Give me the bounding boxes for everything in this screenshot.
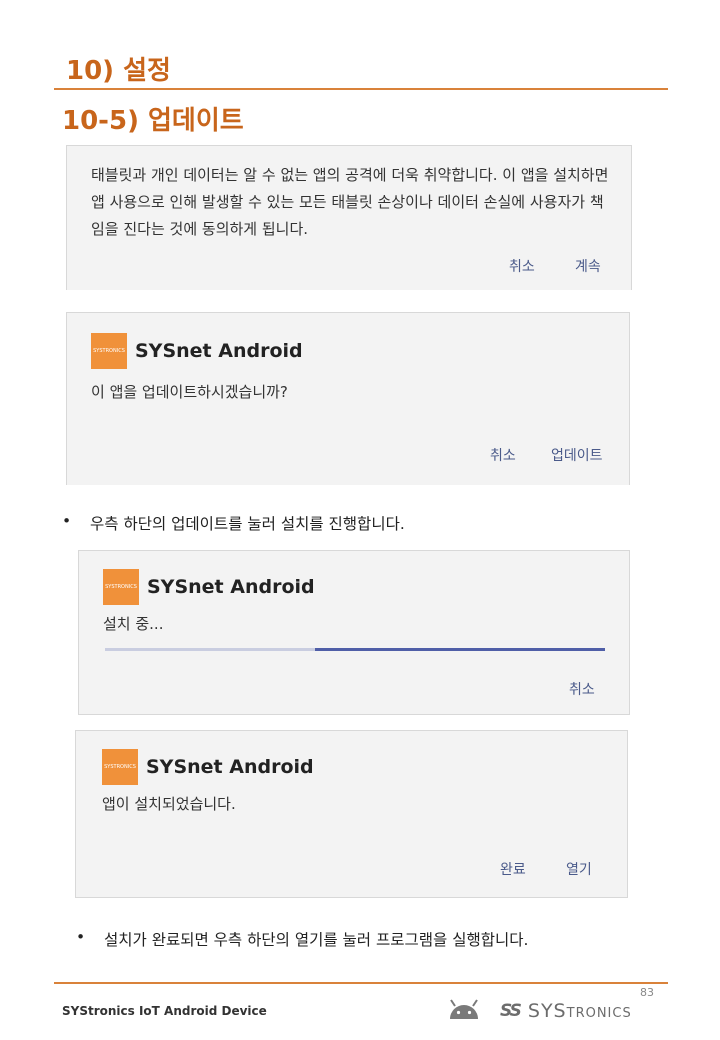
update-confirm-dialog: SYSTRONICS SYSnet Android 이 앱을 업데이트하시겠습니…: [66, 312, 630, 485]
installing-dialog: SYSTRONICS SYSnet Android 설치 중... 취소: [78, 550, 630, 715]
installed-dialog: SYSTRONICS SYSnet Android 앱이 설치되었습니다. 완료…: [75, 730, 628, 898]
section-title: 10) 설정: [66, 56, 171, 86]
android-logo-icon: [450, 999, 478, 1019]
footer-divider: [54, 982, 668, 984]
app-header: SYSTRONICS SYSnet Android: [91, 333, 303, 369]
app-name: SYSnet Android: [147, 576, 315, 598]
app-icon: SYSTRONICS: [103, 569, 139, 605]
cancel-button[interactable]: 취소: [569, 679, 595, 699]
unknown-app-warning-dialog: 태블릿과 개인 데이터는 알 수 없는 앱의 공격에 더욱 취약합니다. 이 앱…: [66, 145, 632, 290]
install-progress-bar: [105, 648, 605, 651]
warning-message: 태블릿과 개인 데이터는 알 수 없는 앱의 공격에 더욱 취약합니다. 이 앱…: [91, 166, 609, 238]
systronics-logo: SS SYSTRONICS: [500, 1000, 632, 1022]
update-question: 이 앱을 업데이트하시겠습니까?: [91, 383, 288, 401]
subsection-title: 10-5) 업데이트: [62, 106, 244, 136]
page-number: 83: [640, 986, 654, 999]
cancel-button[interactable]: 취소: [509, 256, 535, 276]
document-title: SYStronics IoT Android Device: [62, 1004, 267, 1018]
app-name: SYSnet Android: [146, 756, 314, 778]
brand-name: SYSTRONICS: [527, 1000, 632, 1022]
bullet-dot: •: [62, 512, 72, 530]
done-button[interactable]: 완료: [500, 859, 526, 879]
app-header: SYSTRONICS SYSnet Android: [102, 749, 314, 785]
brand-mark-icon: SS: [500, 1001, 522, 1021]
install-progress-fill: [315, 648, 605, 651]
app-header: SYSTRONICS SYSnet Android: [103, 569, 315, 605]
bullet-dot: •: [76, 928, 86, 946]
app-icon: SYSTRONICS: [91, 333, 127, 369]
installing-status: 설치 중...: [103, 615, 164, 633]
app-name: SYSnet Android: [135, 340, 303, 362]
title-divider: [54, 88, 668, 90]
continue-button[interactable]: 계속: [575, 256, 601, 276]
installed-status: 앱이 설치되었습니다.: [102, 795, 236, 813]
app-icon: SYSTRONICS: [102, 749, 138, 785]
cancel-button[interactable]: 취소: [490, 445, 516, 465]
update-button[interactable]: 업데이트: [551, 445, 603, 465]
open-button[interactable]: 열기: [566, 859, 592, 879]
